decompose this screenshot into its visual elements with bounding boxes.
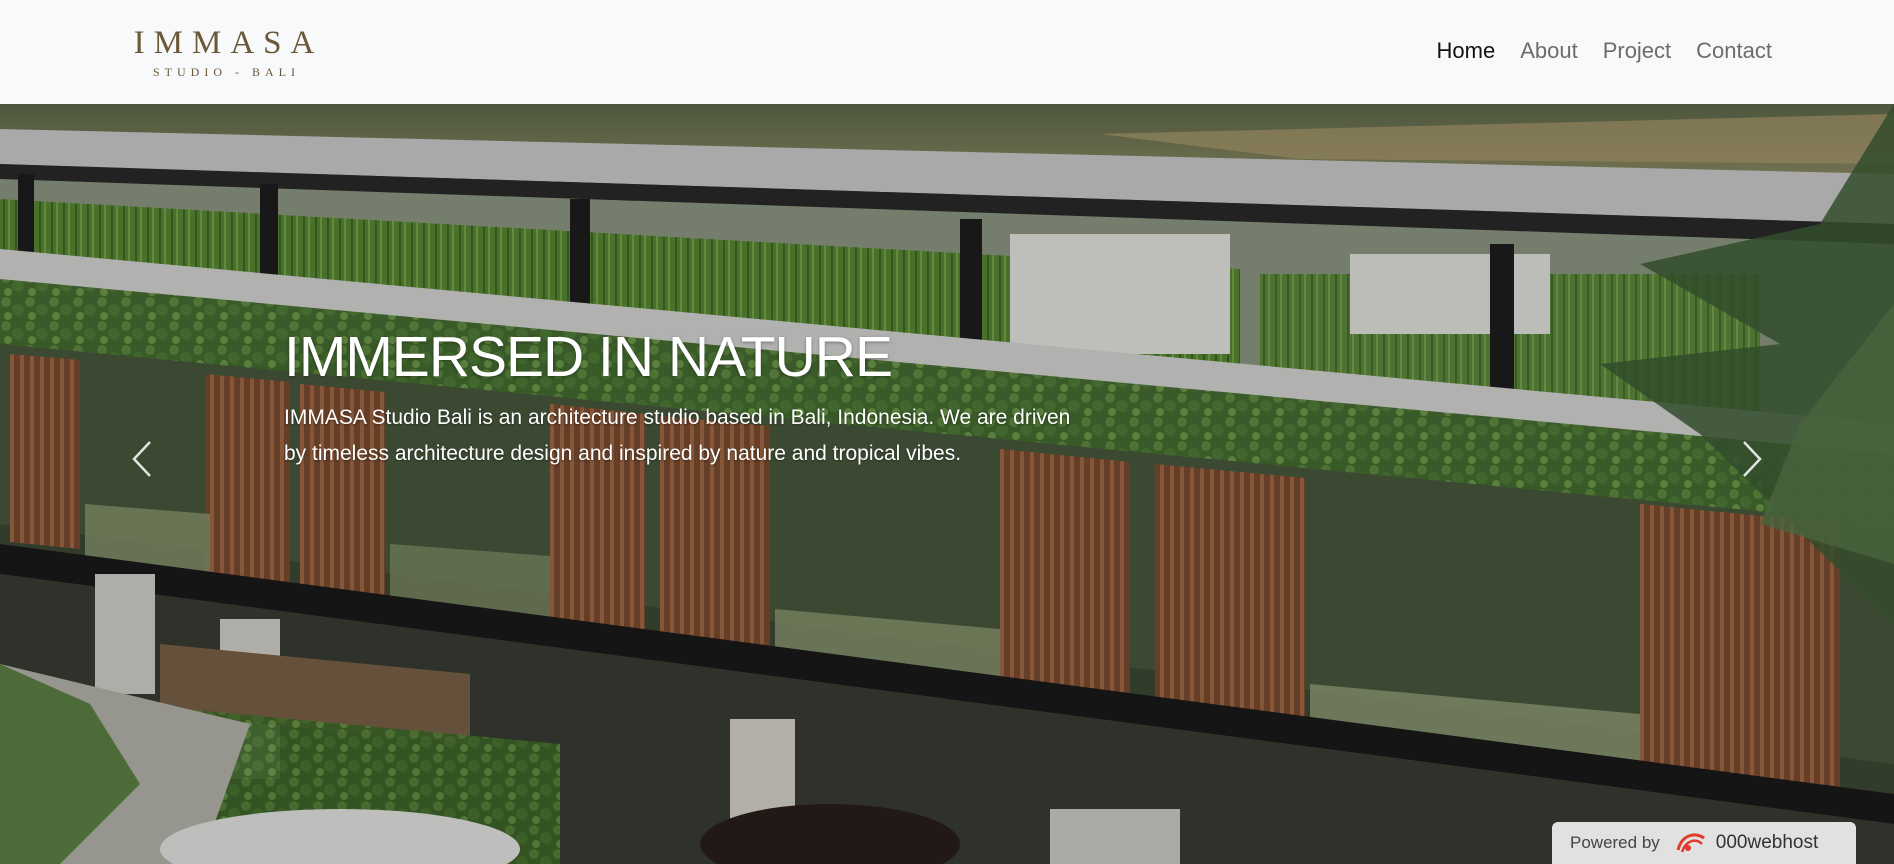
hero-carousel: IMMERSED IN NATURE IMMASA Studio Bali is… (0, 104, 1894, 864)
carousel-prev-button[interactable] (122, 434, 162, 484)
hero-overlay (0, 104, 1894, 864)
logo-name: IMMASA (133, 25, 324, 61)
nav-contact[interactable]: Contact (1696, 36, 1772, 66)
000webhost-logo-icon (1676, 833, 1705, 853)
chevron-left-icon (132, 441, 151, 477)
logo-tagline: STUDIO - BALI (153, 65, 300, 79)
nav-project[interactable]: Project (1603, 36, 1671, 66)
badge-powered-label: Powered by (1570, 833, 1660, 852)
powered-by-badge[interactable]: Powered by 000webhost (1552, 822, 1856, 864)
brand-logo[interactable]: IMMASA STUDIO - BALI (124, 26, 324, 80)
hero-caption: IMMERSED IN NATURE IMMASA Studio Bali is… (284, 324, 1084, 472)
carousel-next-button[interactable] (1732, 434, 1772, 484)
chevron-right-icon (1743, 441, 1762, 477)
nav-home[interactable]: Home (1437, 36, 1496, 66)
nav-about[interactable]: About (1520, 36, 1578, 66)
site-header: IMMASA STUDIO - BALI Home About Project … (0, 0, 1894, 104)
badge-brand-label: 000webhost (1715, 832, 1819, 853)
main-nav: Home About Project Contact (1437, 36, 1773, 66)
hero-description: IMMASA Studio Bali is an architecture st… (284, 406, 1071, 465)
hero-title: IMMERSED IN NATURE (284, 325, 893, 389)
